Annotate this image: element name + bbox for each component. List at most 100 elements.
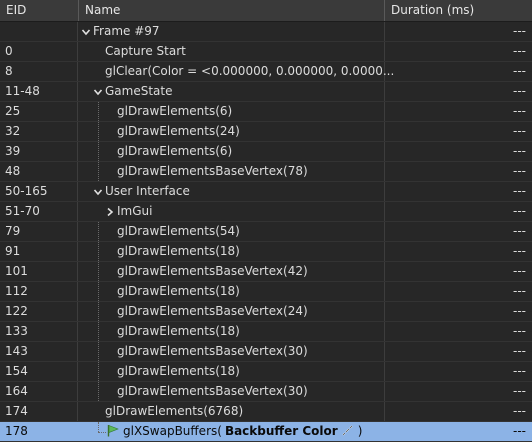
event-name: glDrawElementsBaseVertex(78) — [117, 164, 308, 178]
event-name: Frame #97 — [93, 24, 160, 38]
event-duration: --- — [513, 344, 526, 358]
event-duration: --- — [513, 384, 526, 398]
event-row[interactable]: 25 glDrawElements(6) --- — [0, 102, 532, 122]
event-duration: --- — [513, 244, 526, 258]
event-id: 50-165 — [5, 184, 48, 198]
tree-guide-line — [98, 432, 106, 433]
event-name: Capture Start — [105, 44, 186, 58]
event-name: glDrawElementsBaseVertex(30) — [117, 384, 308, 398]
event-row[interactable]: 154 glDrawElements(18) --- — [0, 362, 532, 382]
event-name: glXSwapBuffers(Backbuffer Color) — [107, 422, 362, 441]
event-id: 91 — [5, 244, 21, 258]
event-duration: --- — [513, 264, 526, 278]
event-id: 8 — [5, 64, 13, 78]
event-name: glDrawElements(18) — [117, 284, 240, 298]
event-name: glDrawElements(54) — [117, 224, 240, 238]
event-row[interactable]: 174 glDrawElements(6768) --- — [0, 402, 532, 422]
event-row[interactable]: 133 glDrawElements(18) --- — [0, 322, 532, 342]
eid-column-header[interactable]: EID — [0, 0, 78, 21]
event-row[interactable]: 164 glDrawElementsBaseVertex(30) --- — [0, 382, 532, 402]
event-row[interactable]: 112 glDrawElements(18) --- — [0, 282, 532, 302]
event-id: 133 — [5, 324, 28, 338]
event-duration: --- — [513, 324, 526, 338]
green-flag-icon — [107, 425, 119, 437]
event-id: 174 — [5, 404, 28, 418]
event-id: 39 — [5, 144, 21, 158]
event-duration: --- — [513, 404, 526, 418]
event-duration: --- — [513, 24, 526, 38]
event-name: glDrawElements(24) — [117, 124, 240, 138]
tree-guide-line — [98, 222, 99, 401]
event-name: glDrawElements(6) — [117, 144, 233, 158]
event-id: 154 — [5, 364, 28, 378]
event-id: 48 — [5, 164, 21, 178]
event-id: 32 — [5, 124, 21, 138]
event-name: glDrawElements(18) — [117, 324, 240, 338]
event-id: 0 — [5, 44, 13, 58]
event-name-suffix: ) — [357, 424, 363, 438]
event-row[interactable]: 178 glXSwapBuffers(Backbuffer Color) --- — [0, 422, 532, 442]
event-name: glDrawElements(6768) — [105, 404, 244, 418]
event-row[interactable]: 79 glDrawElements(54) --- — [0, 222, 532, 242]
chevron-right-icon[interactable] — [104, 202, 116, 221]
event-name: glDrawElementsBaseVertex(30) — [117, 344, 308, 358]
event-row[interactable]: 11-48 GameState --- — [0, 82, 532, 102]
event-duration: --- — [513, 164, 526, 178]
event-id: 51-70 — [5, 204, 40, 218]
event-duration: --- — [513, 124, 526, 138]
event-duration: --- — [513, 144, 526, 158]
event-duration: --- — [513, 364, 526, 378]
chevron-down-icon[interactable] — [92, 82, 104, 101]
event-name: glClear(Color = <0.000000, 0.000000, 0.0… — [105, 64, 395, 78]
resource-name[interactable]: Backbuffer Color — [225, 424, 338, 438]
event-name-prefix: glXSwapBuffers( — [123, 424, 222, 438]
event-row[interactable]: 143 glDrawElementsBaseVertex(30) --- — [0, 342, 532, 362]
event-row[interactable]: 50-165 User Interface --- — [0, 182, 532, 202]
event-name: GameState — [105, 84, 173, 98]
event-name: glDrawElements(6) — [117, 104, 233, 118]
event-name: glDrawElementsBaseVertex(42) — [117, 264, 308, 278]
event-duration: --- — [513, 104, 526, 118]
event-row[interactable]: 51-70 ImGui --- — [0, 202, 532, 222]
event-row[interactable]: 101 glDrawElementsBaseVertex(42) --- — [0, 262, 532, 282]
event-row[interactable]: 39 glDrawElements(6) --- — [0, 142, 532, 162]
event-duration: --- — [513, 64, 526, 78]
event-duration: --- — [513, 204, 526, 218]
event-duration: --- — [513, 424, 526, 438]
event-id: 164 — [5, 384, 28, 398]
column-header: EID Name Duration (ms) — [0, 0, 532, 22]
event-duration: --- — [513, 84, 526, 98]
event-id: 122 — [5, 304, 28, 318]
event-duration: --- — [513, 44, 526, 58]
event-row[interactable]: 122 glDrawElementsBaseVertex(24) --- — [0, 302, 532, 322]
event-id: 112 — [5, 284, 28, 298]
event-name: ImGui — [117, 204, 153, 218]
event-name: glDrawElements(18) — [117, 244, 240, 258]
event-duration: --- — [513, 304, 526, 318]
event-row[interactable]: 91 glDrawElements(18) --- — [0, 242, 532, 262]
chevron-down-icon[interactable] — [80, 22, 92, 41]
tree-guide-line — [98, 102, 99, 181]
event-row[interactable]: 8 glClear(Color = <0.000000, 0.000000, 0.… — [0, 62, 532, 82]
chevron-down-icon[interactable] — [92, 182, 104, 201]
edit-link-icon[interactable] — [341, 424, 354, 437]
event-name: glDrawElementsBaseVertex(24) — [117, 304, 308, 318]
event-row[interactable]: Frame #97 --- — [0, 22, 532, 42]
event-browser: EID Name Duration (ms) Frame #97 --- 0 Capt… — [0, 0, 532, 442]
event-id: 25 — [5, 104, 21, 118]
event-duration: --- — [513, 224, 526, 238]
event-name: glDrawElements(18) — [117, 364, 240, 378]
event-id: 11-48 — [5, 84, 40, 98]
event-name: User Interface — [105, 184, 190, 198]
event-duration: --- — [513, 284, 526, 298]
event-id: 101 — [5, 264, 28, 278]
event-id: 79 — [5, 224, 21, 238]
event-duration: --- — [513, 184, 526, 198]
event-row[interactable]: 32 glDrawElements(24) --- — [0, 122, 532, 142]
tree-guide-line — [98, 422, 99, 432]
duration-column-header[interactable]: Duration (ms) — [384, 0, 532, 21]
name-column-header[interactable]: Name — [78, 0, 384, 21]
event-row[interactable]: 48 glDrawElementsBaseVertex(78) --- — [0, 162, 532, 182]
event-id: 178 — [5, 424, 28, 438]
event-row[interactable]: 0 Capture Start --- — [0, 42, 532, 62]
